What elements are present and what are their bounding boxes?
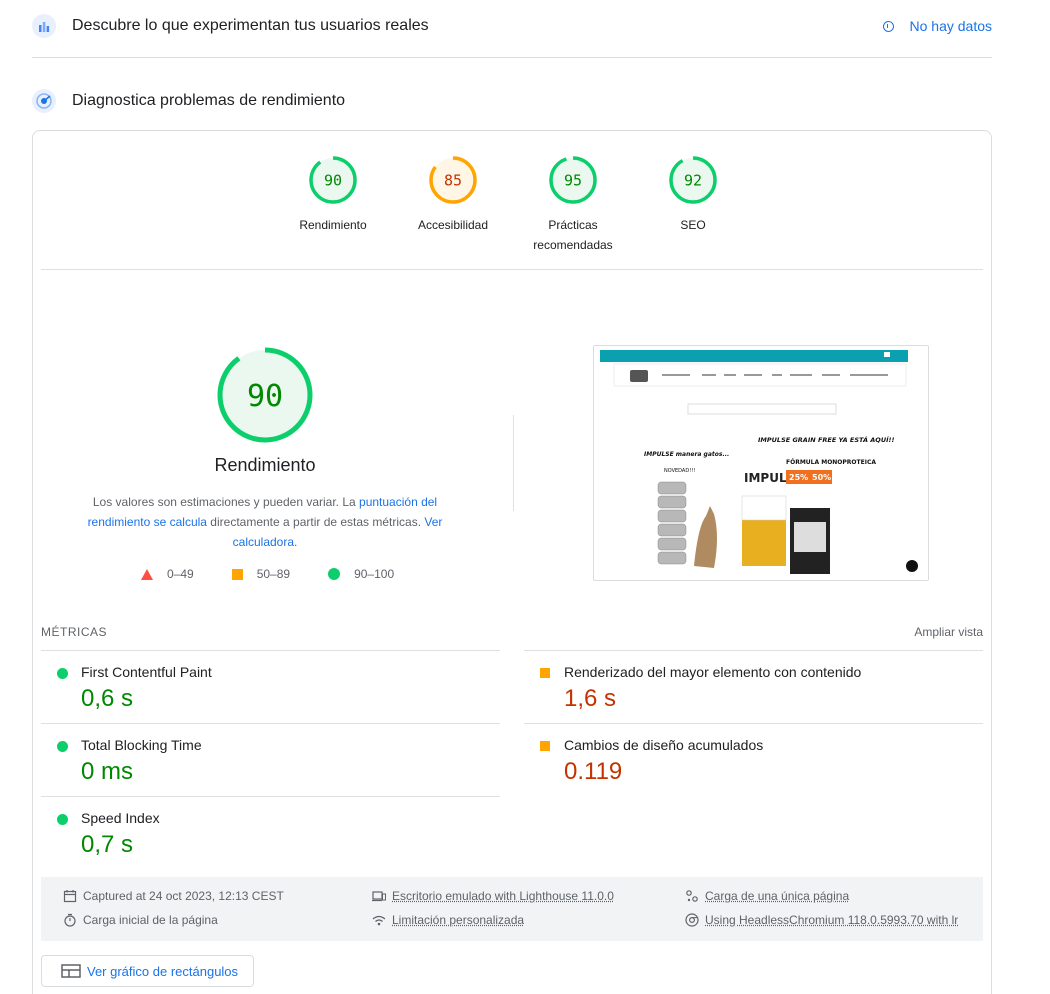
performance-score: 90 <box>247 379 283 414</box>
wifi-icon <box>372 915 386 926</box>
category-score: 85 <box>444 172 462 190</box>
initial-load: Carga inicial de la página <box>83 913 218 927</box>
desc-text: directamente a partir de estas métricas. <box>206 515 425 529</box>
field-data-header: Descubre lo que experimentan tus usuario… <box>32 14 992 38</box>
category-label: Rendimiento <box>299 218 367 232</box>
captured-at: Captured at 24 oct 2023, 12:13 CEST <box>83 889 284 903</box>
field-data-icon <box>32 14 56 38</box>
category-gauges: 90 Rendimiento 85 Accesibilidad 95 Prácticas … <box>33 155 991 255</box>
pass-circle-icon <box>57 741 68 752</box>
category-gauge[interactable]: 85 Accesibilidad <box>393 155 513 235</box>
report-card: 90 Rendimiento 85 Accesibilidad 95 Prácticas … <box>32 130 992 994</box>
throttling[interactable]: Limitación personalizada <box>392 913 524 927</box>
metric-name: First Contentful Paint <box>81 664 212 680</box>
performance-title: Rendimiento <box>214 455 316 475</box>
chrome-icon <box>685 913 699 927</box>
metrics-header: MÉTRICAS Ampliar vista <box>41 625 983 639</box>
metric-value: 0,6 s <box>81 685 134 712</box>
screenshot-banner-1: IMPULSE manera gatos... <box>644 451 729 458</box>
average-square-icon <box>540 668 550 678</box>
timer-icon <box>64 913 76 927</box>
gauge-ring: 85 <box>429 156 477 204</box>
expand-view-toggle[interactable]: Ampliar vista <box>914 625 983 639</box>
browser-info[interactable]: Using HeadlessChromium 118.0.5993.70 wit… <box>705 913 958 927</box>
metric-item: Speed Index 0,7 s <box>41 796 500 869</box>
lab-data-header: Diagnostica problemas de rendimiento <box>32 89 992 113</box>
screenshot-banner-2: IMPULSE GRAIN FREE YA ESTÁ AQUÍ!! <box>758 435 894 444</box>
performance-description: Los valores son estimaciones y pueden va… <box>73 492 457 552</box>
category-label: SEO <box>680 218 706 232</box>
divider <box>32 57 992 58</box>
metric-value: 0 ms <box>81 758 134 785</box>
calendar-icon <box>63 890 77 903</box>
pass-circle-icon <box>328 568 341 580</box>
gauge-ring: 92 <box>669 156 717 204</box>
pass-circle-icon <box>57 814 68 825</box>
view-treemap-label: Ver gráfico de rectángulos <box>87 963 239 979</box>
no-data-link[interactable]: No hay datos <box>882 18 993 34</box>
category-score: 92 <box>684 172 702 190</box>
metric-item: Cambios de diseño acumulados 0.119 <box>524 723 983 796</box>
gauge-ring: 90 <box>309 156 357 204</box>
vertical-divider <box>513 415 514 511</box>
performance-gauge[interactable]: 90 <box>215 345 315 445</box>
info-icon <box>882 20 894 32</box>
screenshot-offer-2: 50% <box>812 473 831 482</box>
desktop-icon <box>372 891 386 902</box>
fail-triangle-icon <box>141 568 153 580</box>
metric-name: Renderizado del mayor elemento con conte… <box>564 664 862 680</box>
divider <box>41 269 983 270</box>
category-gauge[interactable]: 92 SEO <box>633 155 753 235</box>
legend-fail: 0–49 <box>167 567 194 581</box>
legend-pass: 90–100 <box>354 567 395 581</box>
category-label: Accesibilidad <box>417 218 489 232</box>
screenshot-formula: FÓRMULA MONOPROTEICA <box>786 459 876 466</box>
runtime-info: Captured at 24 oct 2023, 12:13 CEST Carg… <box>41 877 983 941</box>
category-score: 90 <box>324 172 342 190</box>
category-label: Prácticas recomendadas <box>533 218 613 252</box>
metric-name: Total Blocking Time <box>81 737 202 753</box>
metric-name: Speed Index <box>81 810 160 826</box>
legend-average: 50–89 <box>256 567 291 581</box>
score-legend: 0–49 50–89 90–100 <box>141 567 432 581</box>
single-page-load[interactable]: Carga de una única página <box>705 889 849 903</box>
metric-item: Total Blocking Time 0 ms <box>41 723 500 796</box>
desc-text: Los valores son estimaciones y pueden va… <box>92 495 360 509</box>
metric-name: Cambios de diseño acumulados <box>564 737 764 753</box>
performance-summary: 90 Rendimiento Los valores son estimacio… <box>73 345 457 552</box>
treemap-icon <box>61 964 81 978</box>
device-emulation[interactable]: Escritorio emulado with Lighthouse 11.0.… <box>392 889 614 903</box>
pass-circle-icon <box>57 668 68 679</box>
field-data-title: Descubre lo que experimentan tus usuario… <box>72 17 429 34</box>
single-load-icon <box>686 890 698 902</box>
gauge-ring: 95 <box>549 156 597 204</box>
metric-value: 0.119 <box>564 758 623 785</box>
lab-data-title: Diagnostica problemas de rendimiento <box>72 92 346 109</box>
category-gauge[interactable]: 90 Rendimiento <box>273 155 393 235</box>
no-data-label: No hay datos <box>909 18 993 34</box>
final-screenshot[interactable]: IMPULSE manera gatos... IMPULSE GRAIN FR… <box>593 345 929 581</box>
metric-value: 0,7 s <box>81 831 134 858</box>
view-treemap-button[interactable]: Ver gráfico de rectángulos <box>41 955 254 987</box>
screenshot-new-label: NOVEDAD!!! <box>664 468 695 474</box>
average-square-icon <box>231 568 243 580</box>
metric-item: Renderizado del mayor elemento con conte… <box>524 650 983 723</box>
metric-value: 1,6 s <box>564 685 617 712</box>
metrics-heading: MÉTRICAS <box>41 625 108 639</box>
category-score: 95 <box>564 172 582 190</box>
category-gauge[interactable]: 95 Prácticas recomendadas <box>513 155 633 255</box>
diagnostics-icon <box>32 89 56 113</box>
metric-item: First Contentful Paint 0,6 s <box>41 650 500 723</box>
average-square-icon <box>540 741 550 751</box>
screenshot-offer-1: 25% <box>789 473 808 482</box>
